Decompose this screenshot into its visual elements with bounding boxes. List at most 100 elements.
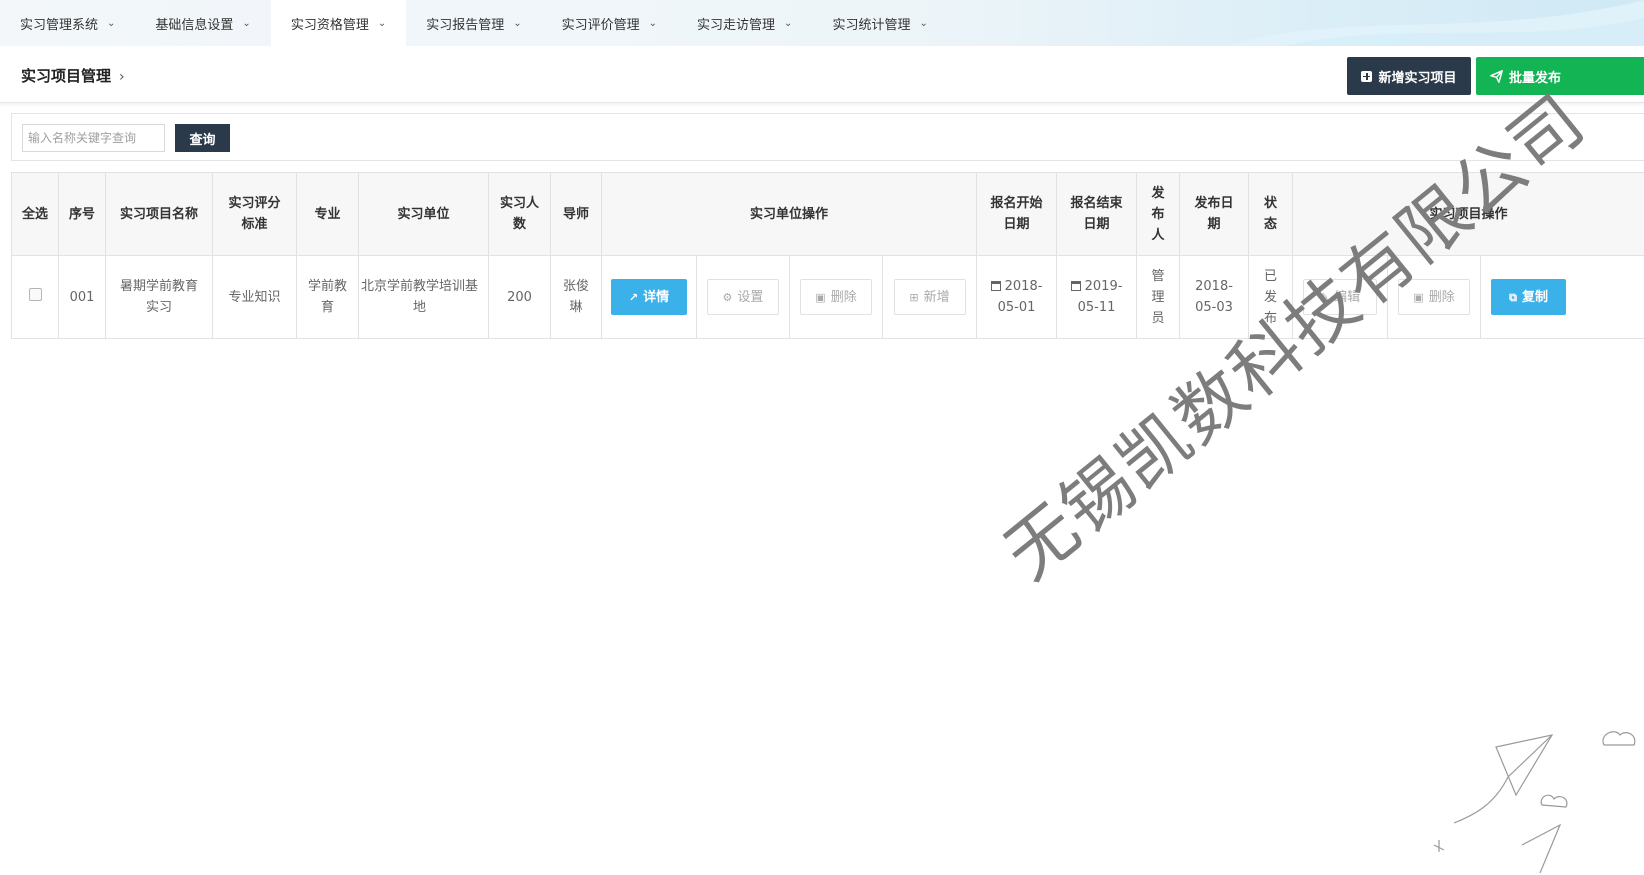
col-publisher: 发布人 (1136, 172, 1181, 256)
col-count: 实习人数 (488, 172, 551, 256)
cell-score-standard: 专业知识 (212, 255, 297, 339)
nav-item-label: 实习走访管理 (697, 17, 776, 33)
cell-name-text: 暑期学前教育实习 (119, 279, 198, 315)
paper-plane-decoration-icon (1433, 731, 1636, 874)
cell-copy: ⧉ 复制 (1480, 255, 1644, 339)
plus-square-icon: ⊞ (909, 290, 919, 304)
nav-item-label: 实习管理系统 (20, 17, 99, 33)
project-delete-label: 删除 (1428, 289, 1455, 305)
breadcrumb-arrow-icon: › (119, 69, 125, 85)
col-signup-end: 报名结束日期 (1056, 172, 1138, 256)
nav-item-statistics[interactable]: 实习统计管理 ⌄ (812, 0, 947, 46)
col-status-label: 状态 (1264, 196, 1278, 232)
col-count-label: 实习人数 (499, 196, 539, 232)
col-score-standard-label: 实习评分标准 (228, 196, 281, 232)
nav-decoration (1224, 0, 1644, 46)
col-publish-date: 发布日期 (1179, 172, 1250, 256)
add-project-button[interactable]: 新增实习项目 (1347, 57, 1471, 95)
detail-button[interactable]: ↗ 详情 (611, 279, 687, 315)
col-unit-ops: 实习单位操作 (600, 172, 978, 256)
cell-mentor-text: 张俊琳 (563, 279, 590, 315)
detail-label: 详情 (643, 289, 670, 305)
chevron-down-icon: ⌄ (377, 17, 387, 29)
nav-item-internship-system[interactable]: 实习管理系统 ⌄ (0, 0, 135, 46)
cell-signup-end: 2019-05-11 (1056, 255, 1138, 339)
row-checkbox-cell (11, 255, 59, 339)
page-title: 实习项目管理 (21, 67, 112, 85)
nav-item-evaluation[interactable]: 实习评价管理 ⌄ (542, 0, 677, 46)
chevron-down-icon: ⌄ (513, 17, 522, 29)
chevron-down-icon: ⌄ (919, 17, 928, 29)
unit-add-button[interactable]: ⊞ 新增 (893, 279, 966, 315)
nav-item-label: 实习统计管理 (832, 17, 911, 33)
plus-square-icon (1361, 70, 1373, 82)
settings-button[interactable]: ⚙ 设置 (707, 279, 779, 315)
cell-index: 001 (58, 255, 106, 339)
cell-unit-text: 北京学前教学培训基地 (360, 279, 478, 315)
signup-end-date: 2019-05-11 (1077, 279, 1123, 315)
cell-major-text: 学前教育 (307, 279, 347, 315)
cell-signup-start: 2018-05-01 (976, 255, 1058, 339)
nav-item-label: 基础信息设置 (155, 17, 234, 33)
row-checkbox[interactable] (28, 287, 42, 301)
col-publish-date-label: 发布日期 (1194, 196, 1234, 232)
nav-item-visit[interactable]: 实习走访管理 ⌄ (677, 0, 812, 46)
cell-publisher-text: 管理员 (1151, 268, 1165, 326)
search-bar: 查询 (11, 113, 1644, 161)
top-nav: 实习管理系统 ⌄ 基础信息设置 ⌄ 实习资格管理 ⌄ 实习报告管理 ⌄ 实习评价… (0, 0, 1644, 46)
signup-start-date: 2018-05-01 (997, 279, 1043, 315)
signup-end-wrap: 2019-05-11 (1057, 276, 1136, 318)
copy-button[interactable]: ⧉ 复制 (1491, 279, 1567, 315)
nav-item-qualification[interactable]: 实习资格管理 ⌄ (270, 0, 407, 46)
paper-plane-icon (1490, 69, 1503, 83)
calendar-icon (1070, 281, 1081, 291)
chevron-down-icon: ⌄ (648, 17, 658, 29)
page-header: 实习项目管理 › 新增实习项目 批量发布 (0, 46, 1644, 103)
copy-icon: ⧉ (1509, 290, 1517, 304)
add-project-label: 新增实习项目 (1378, 70, 1457, 86)
breadcrumb: 实习项目管理 › (21, 65, 125, 86)
cell-settings: ⚙ 设置 (696, 255, 790, 339)
unit-add-label: 新增 (923, 289, 950, 305)
nav-item-label: 实习资格管理 (290, 17, 369, 33)
search-button[interactable]: 查询 (175, 124, 230, 152)
search-input[interactable] (22, 124, 165, 152)
cell-major: 学前教育 (296, 255, 359, 339)
gear-icon: ⚙ (722, 290, 733, 304)
cell-count: 200 (488, 255, 551, 339)
external-link-icon: ↗ (628, 290, 639, 304)
col-major: 专业 (296, 172, 359, 256)
copy-label: 复制 (1521, 289, 1548, 305)
col-name-label: 实习项目名称 (119, 206, 198, 222)
nav-item-label: 实习报告管理 (426, 17, 505, 33)
nav-item-label: 实习评价管理 (561, 17, 640, 33)
col-select-all[interactable]: 全选 (11, 172, 59, 256)
col-unit: 实习单位 (358, 172, 489, 256)
cell-detail: ↗ 详情 (601, 255, 697, 339)
trash-icon: ▣ (815, 290, 826, 304)
cell-name: 暑期学前教育实习 (105, 255, 213, 339)
chevron-down-icon: ⌄ (242, 17, 251, 29)
cell-unit-delete: ▣ 删除 (789, 255, 883, 339)
settings-label: 设置 (737, 289, 764, 305)
signup-start-wrap: 2018-05-01 (977, 276, 1056, 318)
nav-item-basic-settings[interactable]: 基础信息设置 ⌄ (135, 0, 270, 46)
col-signup-start-label: 报名开始日期 (990, 196, 1043, 232)
col-signup-start: 报名开始日期 (976, 172, 1058, 256)
unit-delete-label: 删除 (830, 289, 857, 305)
nav-item-report[interactable]: 实习报告管理 ⌄ (406, 0, 541, 46)
col-score-standard: 实习评分标准 (212, 172, 297, 256)
cell-mentor: 张俊琳 (550, 255, 602, 339)
cell-unit: 北京学前教学培训基地 (358, 255, 489, 339)
col-status: 状态 (1248, 172, 1294, 256)
calendar-icon (990, 281, 1001, 291)
col-mentor: 导师 (550, 172, 602, 256)
col-name: 实习项目名称 (105, 172, 213, 256)
chevron-down-icon: ⌄ (107, 17, 116, 29)
chevron-down-icon: ⌄ (784, 17, 793, 29)
col-publisher-label: 发布人 (1151, 185, 1165, 243)
cell-unit-add: ⊞ 新增 (881, 255, 978, 339)
col-signup-end-label: 报名结束日期 (1070, 196, 1123, 232)
cell-publisher: 管理员 (1136, 255, 1181, 339)
unit-delete-button[interactable]: ▣ 删除 (800, 279, 872, 315)
